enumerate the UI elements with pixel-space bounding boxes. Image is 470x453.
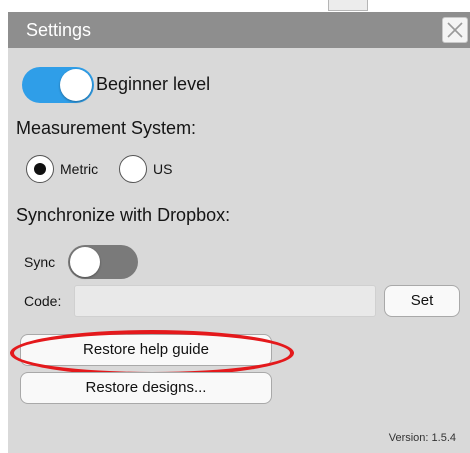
restore-designs-button[interactable]: Restore designs...: [20, 372, 272, 404]
code-label: Code:: [24, 293, 62, 309]
toggle-knob: [70, 247, 100, 277]
measurement-heading: Measurement System:: [16, 118, 197, 138]
us-radio[interactable]: [119, 155, 147, 183]
radio-selected-dot: [34, 163, 46, 175]
code-input[interactable]: [74, 285, 376, 317]
settings-dialog: Settings Beginner level Measurement Syst…: [8, 12, 470, 453]
restore-help-guide-button[interactable]: Restore help guide: [20, 334, 272, 366]
toggle-knob: [60, 69, 92, 101]
title-bar: Settings: [8, 12, 470, 48]
sync-label: Sync: [24, 254, 56, 270]
dialog-title: Settings: [26, 20, 92, 40]
beginner-level-toggle[interactable]: [22, 67, 94, 103]
top-tab-sliver: [328, 0, 368, 11]
version-label: Version: 1.5.4: [388, 432, 456, 444]
metric-label: Metric: [60, 161, 99, 177]
sync-toggle[interactable]: [68, 245, 138, 279]
metric-radio[interactable]: [26, 155, 54, 183]
dropbox-heading: Synchronize with Dropbox:: [16, 205, 231, 225]
beginner-level-label: Beginner level: [96, 74, 211, 94]
us-label: US: [153, 161, 173, 177]
close-x-icon: [447, 22, 463, 38]
set-button[interactable]: Set: [384, 285, 460, 317]
close-button[interactable]: [442, 17, 468, 43]
